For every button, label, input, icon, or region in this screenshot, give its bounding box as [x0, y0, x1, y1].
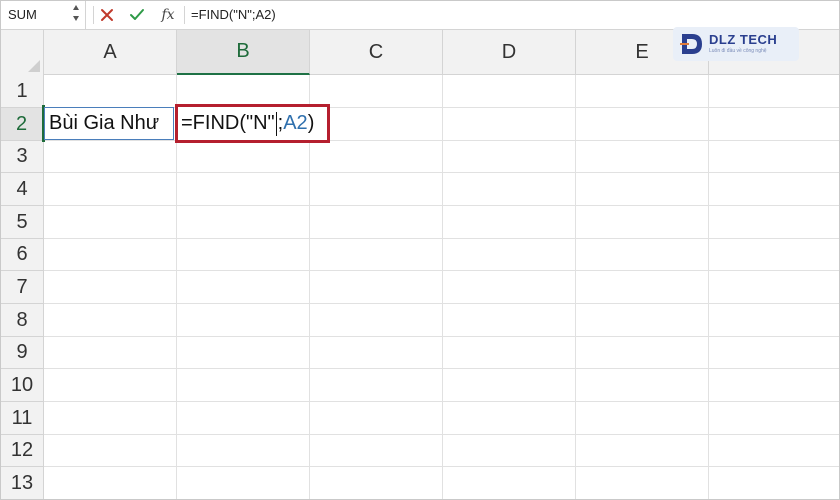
row-header-10[interactable]: 10	[1, 369, 44, 402]
row-header-9[interactable]: 9	[1, 337, 44, 369]
gridline	[44, 205, 839, 206]
select-all-corner[interactable]	[1, 30, 44, 76]
formula-reference: A2	[283, 112, 308, 134]
gridline	[44, 336, 839, 337]
gridline	[44, 303, 839, 304]
column-header-c[interactable]: C	[310, 30, 443, 75]
gridline	[44, 368, 839, 369]
column-header-b[interactable]: B	[177, 30, 310, 75]
fx-icon: fx	[161, 7, 175, 23]
row-header-12[interactable]: 12	[1, 435, 44, 467]
formula-input[interactable]: =FIND("N";A2)	[191, 7, 276, 22]
logo-mark-icon	[680, 34, 702, 54]
formula-prefix: =FIND("N"	[181, 112, 275, 134]
insert-function-button[interactable]: fx	[158, 5, 178, 25]
cancel-icon[interactable]	[97, 5, 117, 25]
dlz-tech-logo: DLZ TECH Luôn đi đầu về công nghệ	[673, 27, 799, 61]
formula-bar-divider-2	[184, 6, 185, 24]
cell-a2[interactable]: Bùi Gia Như	[44, 107, 174, 140]
formula-suffix: )	[307, 112, 315, 134]
gridline	[44, 434, 839, 435]
gridline	[44, 140, 839, 141]
row-header-5[interactable]: 5	[1, 206, 44, 239]
row-header-7[interactable]: 7	[1, 271, 44, 304]
row-header-13[interactable]: 13	[1, 467, 44, 499]
gridline	[44, 401, 839, 402]
gridline	[44, 238, 839, 239]
column-header-a[interactable]: A	[44, 30, 177, 75]
row-header-3[interactable]: 3	[1, 141, 44, 173]
spreadsheet-window: SUM fx =FIND("N";A2) A B C D E F	[0, 0, 840, 500]
name-box[interactable]: SUM	[1, 1, 86, 29]
row-header-8[interactable]: 8	[1, 304, 44, 337]
confirm-check-icon[interactable]	[127, 5, 147, 25]
logo-text: DLZ TECH	[709, 32, 778, 47]
logo-tagline: Luôn đi đầu về công nghệ	[709, 48, 767, 54]
formula-bar-divider	[93, 6, 94, 24]
column-header-d[interactable]: D	[443, 30, 576, 75]
row-header-4[interactable]: 4	[1, 173, 44, 206]
cell-b2-editor[interactable]: =FIND("N" ;A2)	[181, 107, 314, 140]
row-header-1[interactable]: 1	[1, 75, 44, 108]
text-cursor	[275, 111, 277, 136]
row-header-2[interactable]: 2	[1, 108, 44, 141]
formula-bar: SUM fx =FIND("N";A2)	[1, 1, 839, 30]
row-header-6[interactable]: 6	[1, 239, 44, 271]
gridline	[44, 466, 839, 467]
gridline	[575, 75, 576, 499]
row-header-11[interactable]: 11	[1, 402, 44, 435]
name-box-stepper-icon[interactable]	[73, 5, 81, 25]
gridline	[442, 75, 443, 499]
gridline	[708, 75, 709, 499]
gridline	[44, 172, 839, 173]
gridline	[44, 270, 839, 271]
name-box-value: SUM	[8, 7, 37, 22]
